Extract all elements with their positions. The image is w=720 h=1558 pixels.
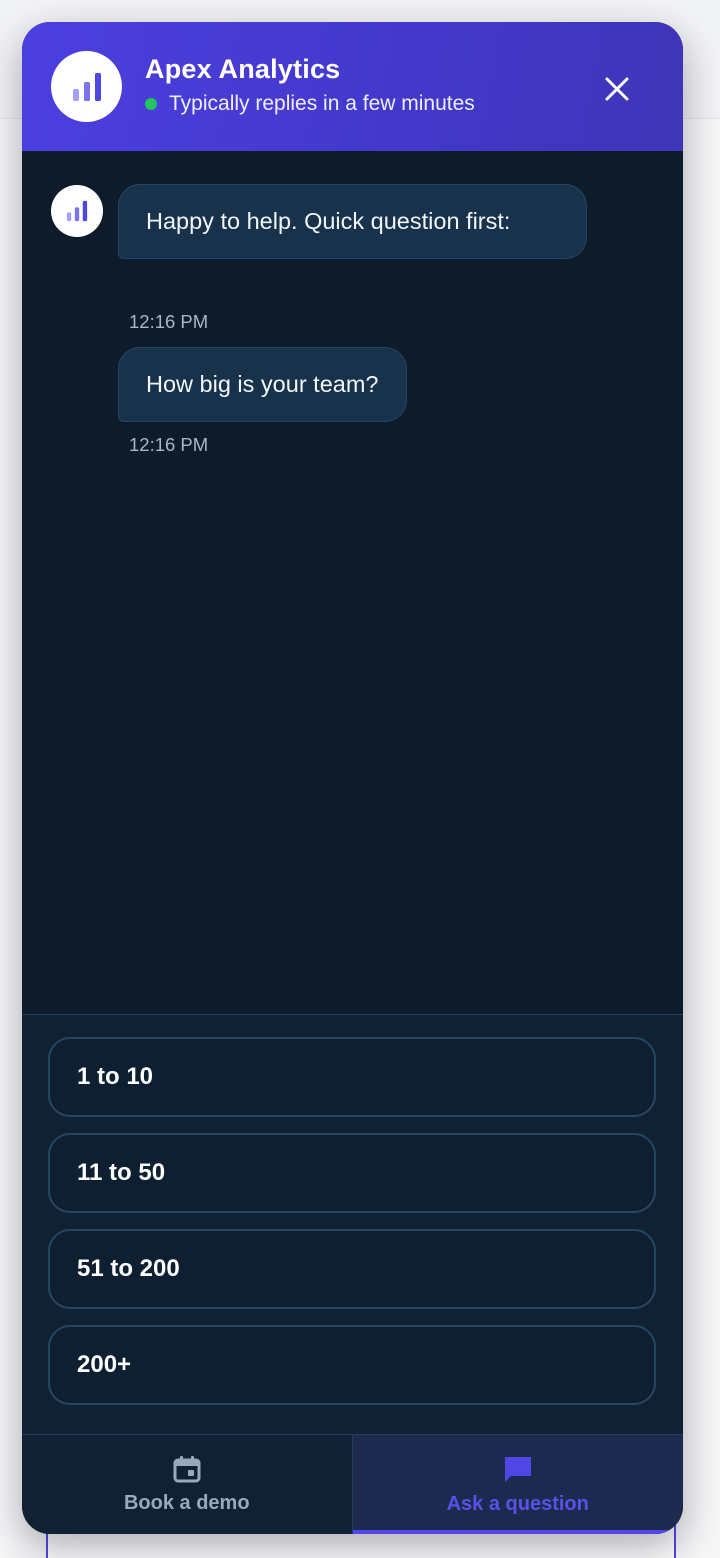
tab-label: Ask a question xyxy=(446,1493,589,1515)
chat-header: Apex Analytics Typically replies in a fe… xyxy=(22,22,683,151)
bot-avatar xyxy=(51,185,103,237)
bot-message-bubble: Happy to help. Quick question first: xyxy=(118,184,587,259)
reply-status: Typically replies in a few minutes xyxy=(145,92,475,116)
online-status-dot xyxy=(145,98,157,110)
option-button-200-plus[interactable]: 200+ xyxy=(48,1325,656,1405)
chat-widget: Apex Analytics Typically replies in a fe… xyxy=(22,22,683,1534)
message-timestamp: 12:16 PM xyxy=(129,434,209,455)
brand-avatar xyxy=(51,51,122,122)
tab-book-a-demo[interactable]: Book a demo xyxy=(22,1435,353,1534)
chat-title: Apex Analytics xyxy=(145,54,341,84)
quick-reply-options: 1 to 10 11 to 50 51 to 200 200+ xyxy=(22,1014,683,1434)
bot-message-bubble: How big is your team? xyxy=(118,347,407,422)
tab-ask-a-question[interactable]: Ask a question xyxy=(352,1435,683,1534)
bar-chart-icon xyxy=(72,72,101,101)
bar-chart-icon xyxy=(66,200,88,222)
option-button-51-to-200[interactable]: 51 to 200 xyxy=(48,1229,656,1309)
option-button-11-to-50[interactable]: 11 to 50 xyxy=(48,1133,656,1213)
message-list: Happy to help. Quick question first: 12:… xyxy=(22,151,683,1014)
reply-status-text: Typically replies in a few minutes xyxy=(169,92,475,115)
close-icon xyxy=(605,77,629,101)
calendar-icon xyxy=(173,1456,201,1483)
close-button[interactable] xyxy=(597,69,637,109)
bottom-tab-bar: Book a demo Ask a question xyxy=(22,1434,683,1534)
tab-label: Book a demo xyxy=(123,1492,250,1514)
message-timestamp: 12:16 PM xyxy=(129,311,209,332)
option-button-1-to-10[interactable]: 1 to 10 xyxy=(48,1037,656,1117)
chat-bubble-icon xyxy=(504,1457,531,1482)
